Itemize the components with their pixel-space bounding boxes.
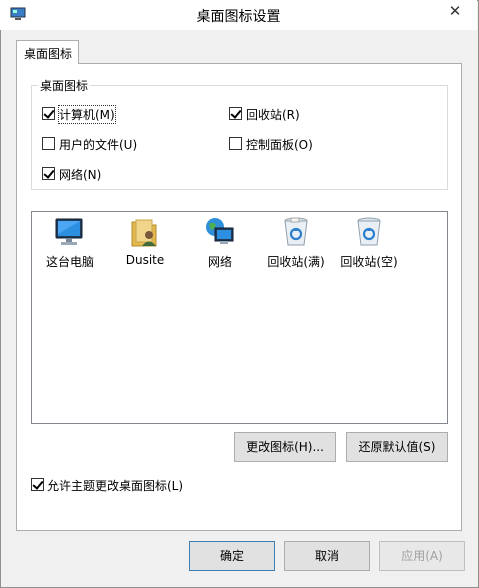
checkbox-box[interactable] xyxy=(42,107,55,120)
icon-label: 网络 xyxy=(207,255,232,269)
list-item-recycle-bin-empty[interactable]: 回收站(空) xyxy=(331,216,407,270)
list-item-user-folder[interactable]: Dusite xyxy=(107,216,183,267)
list-item-this-pc[interactable]: 这台电脑 xyxy=(32,216,108,270)
checkbox-label: 计算机(M) xyxy=(58,105,116,124)
list-item-network[interactable]: 网络 xyxy=(182,216,258,270)
list-item-recycle-bin-full[interactable]: 回收站(满) xyxy=(258,216,334,270)
tab-desktop-icons[interactable]: 桌面图标 xyxy=(16,40,79,64)
icon-label: 回收站(空) xyxy=(340,255,398,269)
icon-label: 这台电脑 xyxy=(45,255,94,269)
checkbox-box[interactable] xyxy=(42,167,55,180)
recycle-bin-full-icon xyxy=(258,216,334,248)
checkbox-box[interactable] xyxy=(229,137,242,150)
recycle-bin-empty-icon xyxy=(331,216,407,248)
window-title: 桌面图标设置 xyxy=(196,9,281,25)
checkbox-label: 回收站(R) xyxy=(246,108,300,122)
computer-icon xyxy=(32,216,108,248)
tab-label: 桌面图标 xyxy=(24,47,73,61)
apply-button[interactable]: 应用(A) xyxy=(379,541,465,571)
checkbox-box[interactable] xyxy=(229,107,242,120)
group-legend: 桌面图标 xyxy=(38,77,91,94)
network-icon xyxy=(182,216,258,248)
ok-button[interactable]: 确定 xyxy=(189,541,275,571)
title-bar[interactable]: 桌面图标设置 ✕ xyxy=(0,0,477,30)
checkbox-box[interactable] xyxy=(31,478,44,491)
checkbox-label: 控制面板(O) xyxy=(246,138,313,152)
checkbox-label: 用户的文件(U) xyxy=(59,138,138,152)
checkbox-label: 网络(N) xyxy=(59,168,102,182)
checkbox-label: 允许主题更改桌面图标(L) xyxy=(47,479,184,493)
restore-default-button[interactable]: 还原默认值(S) xyxy=(346,432,448,462)
icon-label: Dusite xyxy=(125,253,165,267)
close-button[interactable]: ✕ xyxy=(440,1,470,21)
icon-label: 回收站(满) xyxy=(267,255,325,269)
checkbox-box[interactable] xyxy=(42,137,55,150)
change-icon-button[interactable]: 更改图标(H)... xyxy=(234,432,336,462)
user-folder-icon xyxy=(107,216,183,248)
cancel-button[interactable]: 取消 xyxy=(284,541,370,571)
icon-list[interactable]: 这台电脑 Dusite 网络 回收站(满) 回收站(空) xyxy=(31,211,448,424)
